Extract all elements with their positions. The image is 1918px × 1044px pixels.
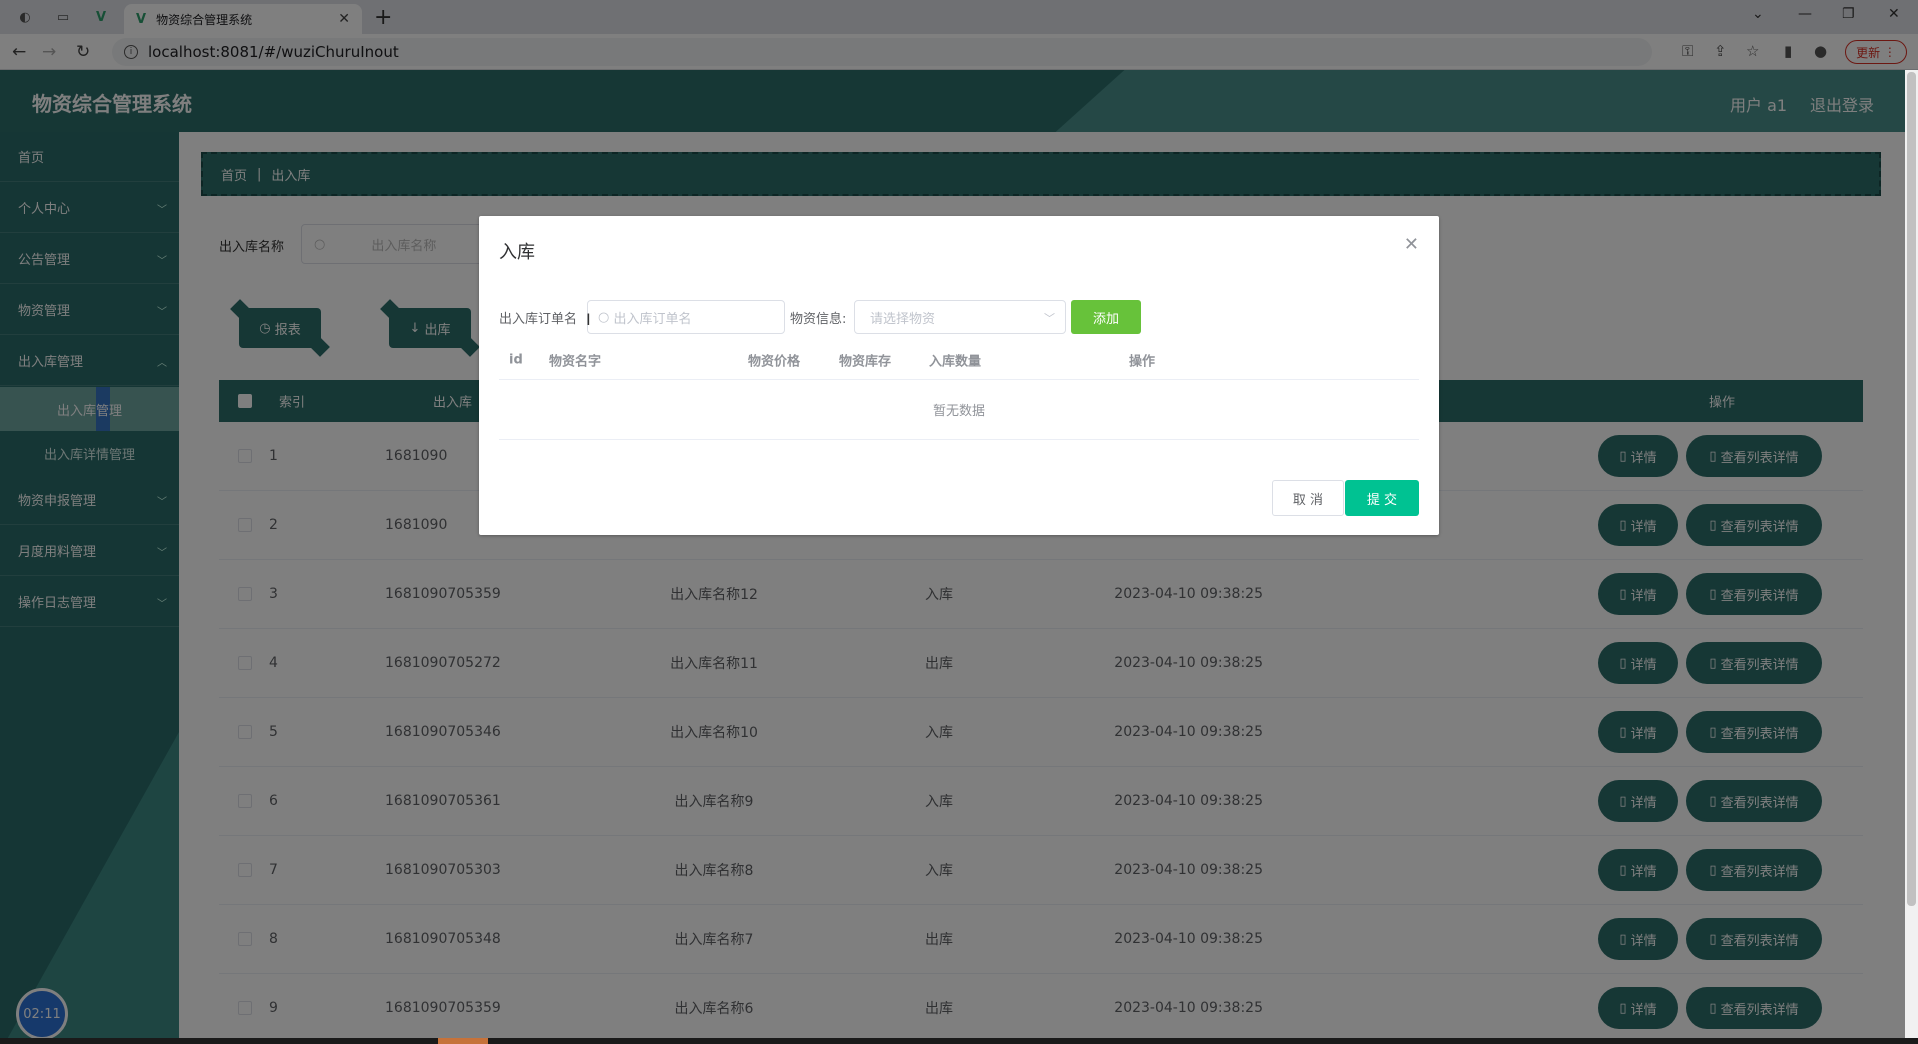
taskbar-strip (0, 1038, 1918, 1044)
submit-button[interactable]: 提 交 (1345, 480, 1419, 516)
order-name-placeholder: 出入库订单名 (613, 311, 692, 327)
dialog-title: 入库 (499, 242, 535, 263)
col-material-price: 物资价格 (748, 354, 801, 369)
inbound-dialog: 入库 ✕ 出入库订单名 ○ 出入库订单名 I 物资信息: 请选择物资 ﹀ 添加 … (479, 216, 1439, 535)
add-button[interactable]: 添加 (1071, 300, 1141, 334)
cancel-button[interactable]: 取 消 (1272, 480, 1344, 516)
dialog-table-header: id 物资名字 物资价格 物资库存 入库数量 操作 (499, 340, 1419, 380)
col-ops: 操作 (1129, 354, 1156, 369)
col-material-stock: 物资库存 (839, 354, 892, 369)
close-icon[interactable]: ✕ (1404, 234, 1419, 255)
material-label: 物资信息: (790, 312, 847, 327)
col-material-name: 物资名字 (549, 354, 602, 369)
page-scrollbar[interactable] (1905, 70, 1918, 1044)
col-id: id (509, 352, 523, 367)
chevron-down-icon: ﹀ (1044, 312, 1055, 325)
order-name-input[interactable]: ○ 出入库订单名 (587, 300, 785, 334)
col-inbound-qty: 入库数量 (929, 354, 982, 369)
text-cursor-icon: I (586, 310, 591, 329)
empty-state: 暂无数据 (499, 380, 1419, 440)
material-select[interactable]: 请选择物资 ﹀ (854, 300, 1066, 334)
taskbar-indicator (438, 1038, 488, 1044)
order-name-label: 出入库订单名 (499, 312, 578, 327)
search-icon: ○ (598, 309, 614, 325)
scrollbar-thumb[interactable] (1907, 72, 1916, 906)
material-placeholder: 请选择物资 (870, 311, 936, 327)
